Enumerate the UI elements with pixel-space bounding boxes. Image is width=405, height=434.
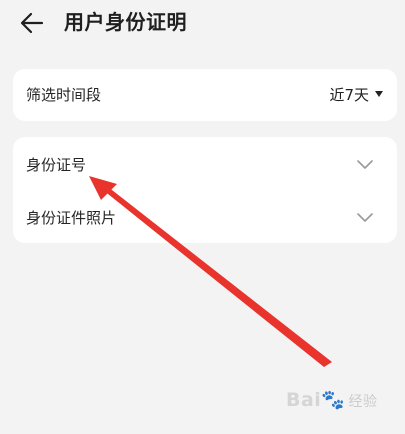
top-bar: 用户身份证明	[0, 0, 405, 50]
id-number-row[interactable]: 身份证号	[13, 139, 397, 191]
watermark-brand: Bai	[286, 389, 322, 411]
id-photo-label: 身份证件照片	[26, 209, 117, 227]
chevron-down-icon[interactable]	[357, 211, 373, 223]
watermark-suffix: 经验	[348, 394, 378, 410]
time-filter-value[interactable]: 近7天	[329, 69, 369, 121]
page-title: 用户身份证明	[64, 10, 187, 34]
identity-card: 身份证号 身份证件照片	[13, 137, 397, 243]
filter-card: 筛选时间段 近7天	[13, 69, 397, 121]
id-number-label: 身份证号	[26, 156, 87, 174]
time-filter-label: 筛选时间段	[26, 86, 102, 104]
time-filter-row[interactable]: 筛选时间段 近7天	[13, 69, 397, 121]
arrow-left-icon[interactable]	[18, 9, 46, 37]
paw-icon: 🐾	[321, 389, 346, 411]
id-photo-row[interactable]: 身份证件照片	[13, 192, 397, 244]
baidu-watermark: Bai🐾 经验	[286, 385, 378, 417]
caret-down-icon[interactable]	[375, 91, 383, 97]
page: { "header": { "title": "用户身份证明", "back_i…	[0, 0, 405, 434]
chevron-down-icon[interactable]	[357, 158, 373, 170]
